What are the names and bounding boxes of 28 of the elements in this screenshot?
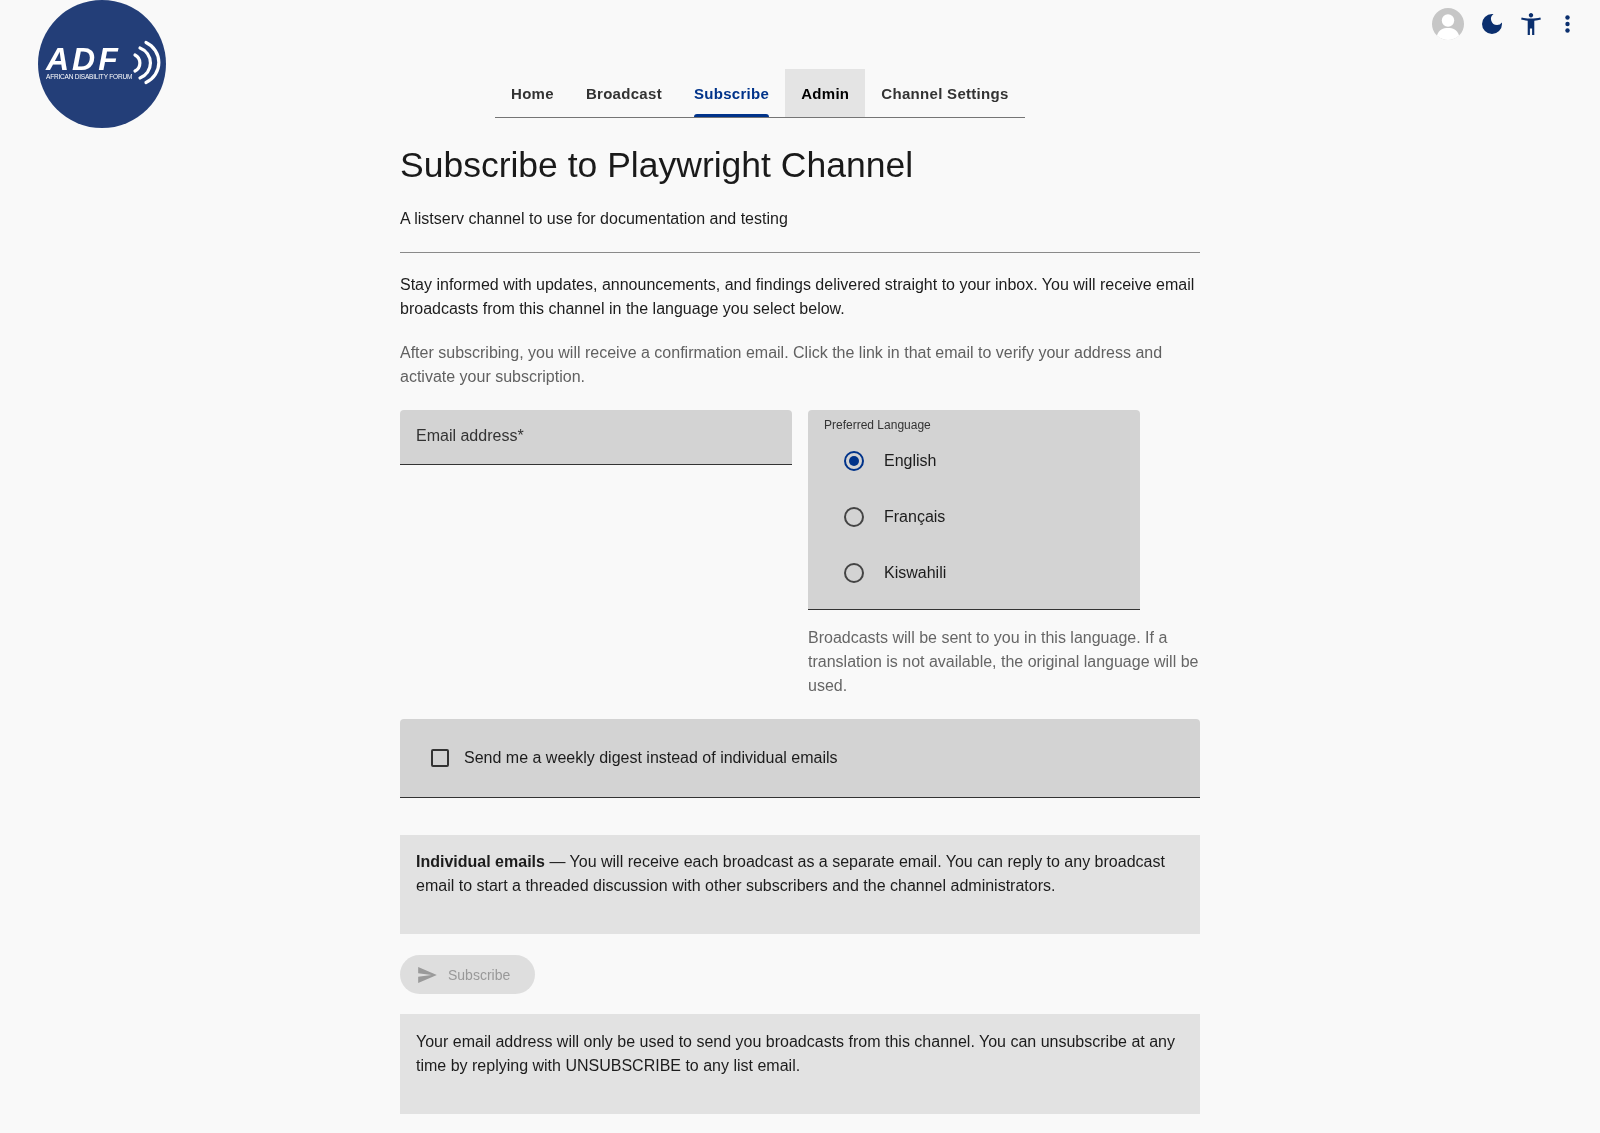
radio-button[interactable] (844, 507, 864, 527)
checkbox-label: Send me a weekly digest instead of individual emails (464, 749, 838, 767)
page-subtitle: A listserv channel to use for documentation and testing (400, 209, 789, 229)
radio-label: Kiswahili (884, 564, 947, 582)
accessibility-icon[interactable] (1521, 13, 1541, 35)
radio-button[interactable] (844, 563, 864, 583)
more-options-icon[interactable] (1565, 15, 1570, 33)
logo-wordmark: ADF (46, 45, 121, 72)
nav-tab[interactable]: Channel Settings (865, 69, 1025, 117)
nav-tab[interactable]: Admin (785, 69, 866, 117)
helper-text: Broadcasts will be sent to you in this language. If a translation is not available, the original language will be used. (808, 628, 1200, 696)
delivery-info-box: Individual emails — You will receive each broadcast as a separate email. You can reply to any broadcast email to start a threaded discussion with other subscribers and the channel administrators. (400, 835, 1200, 934)
radio-label: Français (884, 508, 946, 526)
nav-tab[interactable]: Home (495, 69, 570, 117)
page-title: Subscribe to Playwright Channel (400, 144, 915, 186)
nav-tab[interactable]: Subscribe (677, 69, 786, 117)
sound-waves-icon (132, 40, 163, 85)
send-icon (418, 966, 437, 983)
intro-text: Stay informed with updates, announcements, and findings delivered straight to your inbox. You will receive email broadcasts from this channel in the language you select below. (400, 275, 1196, 319)
radio-button[interactable] (844, 451, 864, 471)
checkbox[interactable] (431, 749, 449, 767)
confirmation-note: After subscribing, you will receive a confirmation email. Click the link in that email to verify your address and activate your subscription. (400, 343, 1164, 387)
nav-tab[interactable]: Broadcast (569, 69, 678, 117)
email-input[interactable]: Email address* (400, 410, 792, 465)
privacy-note-box: Your email address will only be used to send you broadcasts from this channel. You can unsubscribe at any time by replying with UNSUBSCRIBE to any list email. (400, 1014, 1200, 1114)
field-label: Preferred Language (824, 417, 932, 433)
moon-icon[interactable] (1482, 14, 1502, 34)
radio-label: English (884, 452, 937, 470)
